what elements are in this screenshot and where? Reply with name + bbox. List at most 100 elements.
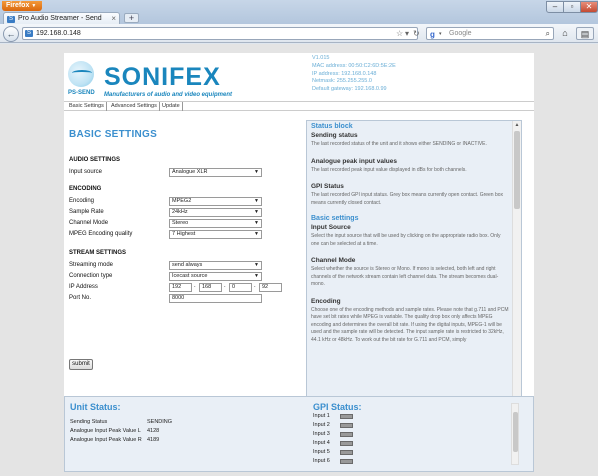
help-sending-text: The last recorded status of the unit and… <box>311 141 487 147</box>
gpi-input-6-indicator <box>340 459 353 464</box>
help-status-block-heading: Status block <box>311 123 353 130</box>
input-source-value: Analogue XLR <box>172 169 208 175</box>
encoding-label: Encoding <box>69 198 95 204</box>
chevron-down-icon: ▼ <box>254 220 259 226</box>
ip-octet-2-input[interactable]: 168 <box>199 283 222 292</box>
ip-octet-3-input[interactable]: 0 <box>229 283 252 292</box>
url-bar[interactable]: S 192.168.0.148 <box>22 27 418 40</box>
gpi-input-5-label: Input 5 <box>313 449 330 455</box>
search-placeholder: Google <box>449 30 472 37</box>
product-name: PS-SEND <box>68 90 95 96</box>
tab-title: Pro Audio Streamer - Send <box>18 15 102 22</box>
magnifier-icon[interactable]: ⌕ <box>546 28 550 39</box>
streaming-mode-value: send always <box>172 262 203 268</box>
channel-mode-select[interactable]: Stereo ▼ <box>169 219 262 228</box>
encoding-quality-select[interactable]: 7 Highest ▼ <box>169 230 262 239</box>
input-source-select[interactable]: Analogue XLR ▼ <box>169 168 262 177</box>
sample-rate-select[interactable]: 24kHz ▼ <box>169 208 262 217</box>
url-text: 192.168.0.148 <box>36 30 81 37</box>
mac-address: MAC address: 00:50:C2:6D:5E:2E <box>312 62 396 69</box>
tab-basic-settings[interactable]: Basic Settings <box>67 102 107 111</box>
bookmarks-button[interactable]: ▤ <box>576 27 594 40</box>
submit-button[interactable]: submit <box>69 359 93 370</box>
browser-tab[interactable]: S Pro Audio Streamer - Send × <box>3 12 120 24</box>
scroll-up-icon[interactable]: ▲ <box>513 121 521 129</box>
search-input[interactable]: g ▾ Google ⌕ <box>426 27 554 40</box>
gpi-input-3-indicator <box>340 432 353 437</box>
browser-navbar: S 192.168.0.148 ← ☆ ▾ ↻ g ▾ Google ⌕ ⌂ ▤ <box>0 24 598 43</box>
input-source-label: Input source <box>69 169 103 175</box>
help-peak-text: The last recorded peak input value displ… <box>311 166 467 173</box>
gpi-input-3-label: Input 3 <box>313 431 330 437</box>
gpi-status-title: GPI Status: <box>313 402 362 412</box>
chevron-down-icon: ▼ <box>254 262 259 268</box>
site-favicon-icon: S <box>7 16 15 23</box>
status-footer: Unit Status: Sending Status SENDING Anal… <box>64 396 534 472</box>
ip-dot: . <box>224 283 226 289</box>
ip-dot: . <box>194 283 196 289</box>
firmware-version: V1.015 <box>312 55 330 61</box>
firefox-menu-button[interactable]: Firefox ▼ <box>2 1 42 11</box>
brand-name: SONIFEX <box>104 63 221 91</box>
help-content: Status block Sending status The last rec… <box>311 123 509 344</box>
tab-advanced-settings[interactable]: Advanced Settings <box>109 102 160 111</box>
streaming-mode-label: Streaming mode <box>69 262 114 268</box>
encoding-value: MPEG2 <box>172 198 192 204</box>
tagline: Manufacturers of audio and video equipme… <box>104 92 233 98</box>
stream-settings-heading: STREAM SETTINGS <box>69 250 127 256</box>
port-label: Port No. <box>69 295 92 301</box>
reload-icon[interactable]: ↻ <box>413 27 420 40</box>
page-viewport: SONIFEX PS-SEND Manufacturers of audio a… <box>0 44 598 476</box>
encoding-quality-value: 7 Highest <box>172 231 196 237</box>
footer-scroll-thumb[interactable] <box>513 412 518 452</box>
help-sending-heading: Sending status <box>311 132 358 139</box>
connection-type-select[interactable]: Icecast source ▼ <box>169 272 262 281</box>
chevron-down-icon: ▼ <box>254 169 259 175</box>
help-scrollbar[interactable]: ▲ ▼ <box>512 121 521 404</box>
minimize-button[interactable]: – <box>546 1 564 13</box>
settings-tabs: Basic Settings Advanced Settings Update <box>64 101 534 111</box>
gpi-input-6-label: Input 6 <box>313 458 330 464</box>
search-engine-dropdown-icon[interactable]: ▾ <box>439 29 442 40</box>
audio-settings-heading: AUDIO SETTINGS <box>69 157 121 163</box>
sample-rate-label: Sample Rate <box>69 209 104 215</box>
help-encoding-heading: Encoding <box>311 297 341 305</box>
scroll-thumb[interactable] <box>514 131 520 209</box>
ip-octet-1-input[interactable]: 192 <box>169 283 192 292</box>
sample-rate-value: 24kHz <box>172 209 188 215</box>
peak-r-value: 4189 <box>147 437 160 443</box>
sending-status-label: Sending Status <box>70 419 108 425</box>
port-input[interactable]: 8000 <box>169 294 262 303</box>
google-icon: g <box>430 30 435 39</box>
footer-scrollbar[interactable] <box>511 403 519 465</box>
ip-octet-4-input[interactable]: 92 <box>259 283 282 292</box>
back-button[interactable]: ← <box>3 26 19 42</box>
streaming-mode-select[interactable]: send always ▼ <box>169 261 262 270</box>
new-tab-button[interactable]: + <box>124 13 139 23</box>
close-tab-icon[interactable]: × <box>111 14 116 23</box>
gpi-input-5-indicator <box>340 450 353 455</box>
help-basic-heading: Basic settings <box>311 215 359 222</box>
close-window-button[interactable]: ✕ <box>580 1 598 13</box>
tab-update[interactable]: Update <box>160 102 183 111</box>
help-gpi-heading: GPI Status <box>311 183 344 190</box>
sending-status-value: SENDING <box>147 419 173 425</box>
maximize-button[interactable]: ▫ <box>563 1 581 13</box>
help-channel-heading: Channel Mode <box>311 257 356 264</box>
settings-main: BASIC SETTINGS AUDIO SETTINGS Input sour… <box>64 111 534 428</box>
home-button[interactable]: ⌂ <box>558 27 572 40</box>
chevron-down-icon: ▼ <box>254 273 259 279</box>
star-bookmark-icon[interactable]: ☆ <box>396 27 403 40</box>
chevron-down-icon: ▼ <box>254 198 259 204</box>
encoding-select[interactable]: MPEG2 ▼ <box>169 197 262 206</box>
help-encoding-text: Choose one of the encoding methods and s… <box>311 306 509 343</box>
gpi-input-2-label: Input 2 <box>313 422 330 428</box>
dropdown-arrow-icon[interactable]: ▾ <box>405 27 409 40</box>
ip-dot: . <box>254 283 256 289</box>
help-channel-text: Select whether the source is Stereo or M… <box>311 266 499 287</box>
gpi-input-4-indicator <box>340 441 353 446</box>
site-identity-icon[interactable]: S <box>25 30 33 37</box>
firefox-menu-label: Firefox <box>6 2 30 9</box>
help-input-text: Select the input source that will be use… <box>311 233 501 247</box>
peak-l-label: Analogue Input Peak Value L <box>70 428 141 434</box>
